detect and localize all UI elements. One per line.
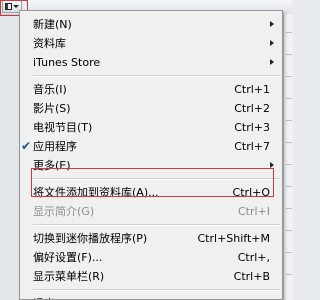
menu-item[interactable]: 显示菜单栏(R) Ctrl+B (20, 267, 282, 286)
menu-item-shortcut: Ctrl+O (232, 186, 270, 199)
menu-item-label: 切换到迷你播放程序(P) (33, 232, 148, 245)
menu-item-label: 影片(S) (33, 102, 71, 115)
menu-item[interactable]: ✔ 应用程序 Ctrl+7 (20, 137, 282, 156)
menu-item-shortcut: Ctrl+B (233, 270, 270, 283)
menu-item-label: 音乐(I) (33, 83, 67, 96)
menu-item-shortcut: Ctrl+2 (234, 102, 270, 115)
menu-item[interactable]: 将文件添加到资料库(A)... Ctrl+O (20, 183, 282, 202)
menu-item-label: 电视节目(T) (33, 121, 93, 134)
menu-item-label: 显示菜单栏(R) (33, 270, 105, 283)
menu-item[interactable]: iTunes Store (20, 53, 282, 72)
menu-item-label: 显示简介(G) (33, 205, 95, 218)
menu-separator (33, 224, 280, 226)
chevron-right-icon (270, 40, 274, 46)
chevron-right-icon (270, 21, 274, 27)
menu-item[interactable]: 更多(E) (20, 156, 282, 175)
menu-item-label: iTunes Store (33, 56, 101, 69)
menu-item[interactable]: 音乐(I) Ctrl+1 (20, 80, 282, 99)
menu-separator (33, 178, 280, 180)
menu-item-label: 资料库 (33, 37, 66, 50)
menu-item-list: 新建(N) 资料库 iTunes Store 音乐(I) Ctrl+1 影片(S) Ctrl… (20, 15, 282, 299)
menu-item[interactable]: 偏好设置(F)... Ctrl+, (20, 248, 282, 267)
menu-item[interactable]: 影片(S) Ctrl+2 (20, 99, 282, 118)
menu-separator (33, 75, 280, 77)
menu-item[interactable]: 退出(X) (20, 294, 282, 299)
menu-item-label: 将文件添加到资料库(A)... (33, 186, 159, 199)
menu-item-shortcut: Ctrl+, (237, 251, 270, 264)
menu-item-shortcut: Ctrl+Shift+M (197, 232, 271, 245)
app-dropdown-menu: 新建(N) 资料库 iTunes Store 音乐(I) Ctrl+1 影片(S) Ctrl… (19, 10, 283, 300)
background-window-content (283, 14, 293, 300)
menu-item[interactable]: 新建(N) (20, 15, 282, 34)
menu-separator (33, 289, 280, 291)
menu-item: 显示简介(G) Ctrl+I (20, 202, 282, 221)
menu-item[interactable]: 电视节目(T) Ctrl+3 (20, 118, 282, 137)
menu-item[interactable]: 资料库 (20, 34, 282, 53)
menu-item-shortcut: Ctrl+I (237, 205, 270, 218)
chevron-down-icon (13, 5, 19, 8)
menu-item-label: 新建(N) (33, 18, 72, 31)
menu-item-label: 偏好设置(F)... (33, 251, 103, 264)
chevron-right-icon (270, 162, 274, 168)
menu-item-shortcut: Ctrl+1 (234, 83, 270, 96)
app-menu-icon (5, 3, 12, 10)
menu-item-shortcut: Ctrl+3 (234, 121, 270, 134)
menu-item-label: 更多(E) (33, 159, 71, 172)
itunes-window: 新建(N) 资料库 iTunes Store 音乐(I) Ctrl+1 影片(S) Ctrl… (0, 0, 293, 300)
menu-item-label: 退出(X) (33, 294, 71, 299)
menu-item-label: 应用程序 (33, 140, 77, 153)
menu-item-shortcut: Ctrl+7 (234, 140, 270, 153)
chevron-right-icon (270, 59, 274, 65)
menu-item[interactable]: 切换到迷你播放程序(P) Ctrl+Shift+M (20, 229, 282, 248)
checkmark-icon: ✔ (20, 139, 32, 153)
